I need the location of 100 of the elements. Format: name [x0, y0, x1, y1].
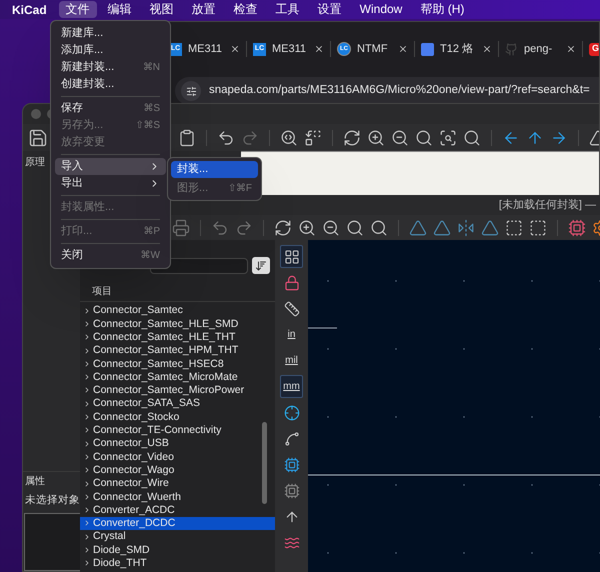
- chip-icon[interactable]: [568, 218, 586, 236]
- zoom-fit-icon[interactable]: [346, 218, 364, 236]
- menu-bar-item[interactable]: 设置: [310, 1, 349, 18]
- replace-icon[interactable]: [304, 128, 322, 146]
- redo-icon[interactable]: [235, 218, 253, 236]
- tool-button[interactable]: [280, 245, 303, 268]
- library-row[interactable]: Connector_Samtec_HPM_THT: [80, 344, 275, 358]
- library-name: Connector_Wire: [93, 478, 169, 489]
- lock-icon[interactable]: [284, 274, 300, 290]
- menu-bar-item[interactable]: 工具: [268, 1, 307, 18]
- browser-tab[interactable]: G: [583, 41, 599, 57]
- undo-icon[interactable]: [217, 128, 235, 146]
- library-row[interactable]: Connector_Wire: [80, 476, 275, 490]
- library-name: Connector_Wuerth: [93, 492, 181, 502]
- menu-item[interactable]: 创建封装...: [55, 76, 166, 93]
- sort-button[interactable]: [252, 257, 270, 274]
- zoom-selection-icon[interactable]: [370, 218, 388, 236]
- menu-item[interactable]: 导出: [55, 175, 166, 192]
- close-icon[interactable]: [230, 44, 240, 54]
- zoom-out-icon[interactable]: [391, 128, 409, 146]
- library-row[interactable]: Connector_Video: [80, 450, 275, 464]
- unit-button[interactable]: mil: [280, 349, 303, 372]
- close-icon[interactable]: [482, 44, 492, 54]
- library-row[interactable]: Connector_Wago: [80, 464, 275, 477]
- library-row[interactable]: Connector_SATA_SAS: [80, 397, 275, 410]
- save-icon[interactable]: [28, 128, 48, 148]
- menu-item[interactable]: 添加库...: [55, 42, 166, 59]
- site-settings-button[interactable]: [181, 81, 201, 101]
- zoom-in-icon[interactable]: [298, 218, 316, 236]
- close-icon[interactable]: [566, 44, 576, 54]
- chip-icon[interactable]: [284, 482, 300, 498]
- menu-bar-item[interactable]: Window: [352, 1, 410, 18]
- crosshair-icon[interactable]: [284, 404, 300, 420]
- library-row[interactable]: Converter_DCDC: [80, 516, 275, 530]
- zoom-in-icon[interactable]: [367, 128, 385, 146]
- grid-icon[interactable]: [284, 248, 300, 264]
- chip-icon[interactable]: [284, 456, 300, 472]
- library-name: Connector_Wago: [93, 464, 174, 476]
- library-row[interactable]: Diode_THT: [80, 556, 275, 570]
- address-bar[interactable]: snapeda.com/parts/ME3116AM6G/Micro%20one/view-part/?ref=search&t=: [175, 77, 599, 105]
- library-row[interactable]: Connector_TE-Connectivity: [80, 424, 275, 437]
- library-row[interactable]: Connector_Wuerth: [80, 490, 275, 504]
- zoom-fit-icon[interactable]: [415, 128, 433, 146]
- library-row[interactable]: Connector_Stocko: [80, 410, 275, 424]
- tab-title: ME311: [188, 42, 224, 57]
- panel-title: 属性: [24, 474, 45, 489]
- library-row[interactable]: Connector_Samtec_MicroPower: [80, 384, 275, 398]
- library-row[interactable]: Diode_SMD: [80, 543, 275, 557]
- tab-title: NTMF: [357, 42, 389, 57]
- ungroup-icon[interactable]: [529, 218, 547, 236]
- shortcut-text: ⌘P: [143, 225, 160, 239]
- scrollbar-thumb[interactable]: [262, 422, 267, 504]
- unit-button[interactable]: in: [280, 323, 303, 346]
- zoom-out-icon[interactable]: [322, 218, 340, 236]
- library-name: Connector_SATA_SAS: [93, 398, 200, 409]
- library-name: Connector_Stocko: [93, 412, 180, 422]
- redo-icon[interactable]: [241, 128, 259, 146]
- menu-bar-item[interactable]: 视图: [142, 1, 181, 18]
- close-icon[interactable]: [398, 44, 408, 54]
- browser-tab[interactable]: T12 烙: [415, 41, 499, 57]
- menu-item[interactable]: 新建封装... ⌘N: [55, 59, 166, 76]
- menu-item[interactable]: 保存 ⌘S: [55, 100, 166, 117]
- library-row[interactable]: Connector_Samtec_HLE_THT: [80, 330, 275, 344]
- print-icon[interactable]: [172, 218, 190, 236]
- shortcut-text: ⌘N: [142, 61, 160, 75]
- library-row[interactable]: Connector_Samtec_HSEC8: [80, 357, 275, 370]
- find-icon[interactable]: [280, 128, 298, 146]
- library-row[interactable]: Connector_Samtec: [80, 304, 275, 318]
- library-row[interactable]: Connector_Samtec_MicroMate: [80, 370, 275, 384]
- menu-bar-item[interactable]: 编辑: [100, 1, 139, 18]
- menu-bar-item[interactable]: 帮助 (H): [413, 1, 472, 18]
- zoom-area-icon[interactable]: [439, 128, 457, 146]
- group-icon[interactable]: [505, 218, 523, 236]
- tab-title: T12 烙: [440, 42, 474, 57]
- menu-bar-item[interactable]: 放置: [184, 1, 223, 18]
- shortcut-text: ⌘S: [143, 102, 160, 116]
- menu-bar-item[interactable]: 检查: [226, 1, 265, 18]
- library-row[interactable]: Crystal: [80, 530, 275, 544]
- unit-button[interactable]: mm: [280, 375, 303, 398]
- status-text: 未选择对象: [24, 493, 80, 508]
- library-row[interactable]: Connector_Samtec_HLE_SMD: [80, 317, 275, 331]
- library-name: Connector_Samtec_MicroMate: [93, 372, 238, 382]
- cat-icon: [505, 42, 518, 56]
- menu-bar-item[interactable]: 文件: [58, 1, 97, 18]
- menu-item[interactable]: 导入: [55, 158, 166, 175]
- menu-item[interactable]: 封装...: [171, 161, 258, 178]
- library-row[interactable]: Converter_ACDC: [80, 503, 275, 517]
- clipboard-icon[interactable]: [178, 128, 196, 146]
- browser-tab[interactable]: peng-: [499, 41, 583, 57]
- library-name: Connector_Samtec_HSEC8: [93, 358, 224, 370]
- library-name: Converter_DCDC: [93, 518, 176, 529]
- close-icon[interactable]: [314, 44, 324, 54]
- zoom-selection-icon[interactable]: [463, 128, 481, 146]
- library-row[interactable]: Connector_USB: [80, 436, 275, 450]
- menu-item[interactable]: 关闭 ⌘W: [55, 247, 166, 264]
- library-name: Connector_Samtec_MicroPower: [93, 385, 244, 396]
- refresh-icon[interactable]: [274, 218, 292, 236]
- refresh-icon[interactable]: [343, 128, 361, 146]
- menu-item[interactable]: 新建库...: [55, 25, 166, 42]
- app-name[interactable]: KiCad: [12, 0, 55, 18]
